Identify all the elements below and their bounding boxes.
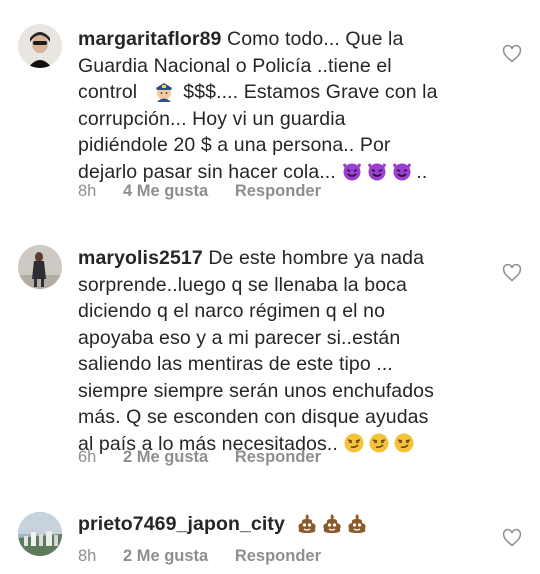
comment-body-line: siempre siempre serán unos enchufados xyxy=(78,379,434,402)
smiling-imp-emoji xyxy=(341,160,363,182)
username[interactable]: prieto7469_japon_city xyxy=(78,513,285,535)
reply-button[interactable]: Responder xyxy=(235,182,321,200)
comment-body-line: pidiéndole 20 $ a una persona.. Por xyxy=(78,134,391,156)
comment-body-line: Como todo... Que la xyxy=(227,28,404,50)
smirking-face-emoji xyxy=(343,432,365,454)
reply-button[interactable]: Responder xyxy=(235,448,321,466)
avatar[interactable] xyxy=(18,512,62,556)
heart-icon[interactable] xyxy=(502,528,522,548)
username[interactable]: maryolis2517 xyxy=(78,247,203,269)
avatar[interactable] xyxy=(18,245,62,289)
username[interactable]: margaritaflor89 xyxy=(78,28,221,50)
comment-time: 8h xyxy=(78,547,97,565)
comment-body-line: diciendo q el narco régimen q el no xyxy=(78,300,386,322)
smirking-face-emoji xyxy=(368,432,390,454)
comment-body-line: corrupción... Hoy vi un guardia xyxy=(78,107,346,130)
smiling-imp-emoji xyxy=(391,160,413,182)
pile-of-poo-emoji xyxy=(321,512,343,534)
avatar[interactable] xyxy=(18,24,62,68)
comment-body-line: $$$.... Estamos Grave con la xyxy=(183,81,438,103)
comment-meta: 6h 2 Me gusta Responder xyxy=(78,448,343,467)
comment-time: 6h xyxy=(78,448,97,466)
smiling-imp-emoji xyxy=(366,160,388,182)
comment-meta: 8h 2 Me gusta Responder xyxy=(78,547,343,566)
pile-of-poo-emoji xyxy=(346,512,368,534)
comment-body-line: .. xyxy=(416,160,428,183)
comment-meta: 8h 4 Me gusta Responder xyxy=(78,182,343,201)
comment-2: maryolis2517 De este hombre ya nada sorp… xyxy=(0,215,540,485)
likes-count[interactable]: 2 Me gusta xyxy=(123,448,208,466)
comment-text: prieto7469_japon_city xyxy=(78,511,480,538)
comment-time: 8h xyxy=(78,182,97,200)
comment-body-line: más. Q se esconden con disque ayudas xyxy=(78,406,429,428)
likes-count[interactable]: 2 Me gusta xyxy=(123,547,208,565)
heart-icon[interactable] xyxy=(502,44,522,64)
pile-of-poo-emoji xyxy=(296,512,318,534)
comment-text: maryolis2517 De este hombre ya nada sorp… xyxy=(78,245,480,457)
comment-1: margaritaflor89 Como todo... Que la Guar… xyxy=(0,0,540,215)
comment-body-line: saliendo las mentiras de este tipo ... xyxy=(78,353,393,375)
comment-body-line: Guardia Nacional o Policía ..tiene el xyxy=(78,54,392,77)
comment-body-line: sorprende..luego q se llenaba la boca xyxy=(78,273,407,296)
police-officer-emoji xyxy=(153,80,175,102)
comment-body-line: De este hombre ya nada xyxy=(208,247,425,269)
comment-body-line: apoyaba eso y a mi parecer si..están xyxy=(78,326,401,349)
reply-button[interactable]: Responder xyxy=(235,547,321,565)
comment-body-line: dejarlo pasar sin hacer cola... xyxy=(78,160,336,183)
comment-text: margaritaflor89 Como todo... Que la Guar… xyxy=(78,26,480,185)
smirking-face-emoji xyxy=(393,432,415,454)
comment-body-line: control xyxy=(78,81,138,103)
likes-count[interactable]: 4 Me gusta xyxy=(123,182,208,200)
heart-icon[interactable] xyxy=(502,263,522,283)
comment-3: prieto7469_japon_city 8h 2 Me gusta Resp… xyxy=(0,485,540,574)
